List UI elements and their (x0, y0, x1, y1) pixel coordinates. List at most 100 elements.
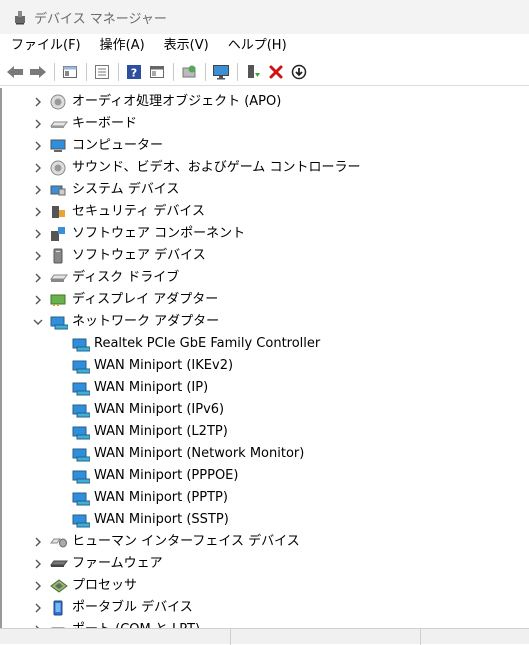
chevron-right-icon[interactable] (31, 161, 45, 175)
tree-item-label: ポータブル デバイス (72, 600, 193, 615)
tree-device[interactable]: WAN Miniport (IKEv2) (2, 355, 527, 377)
speaker-icon (50, 94, 66, 110)
tree-category[interactable]: オーディオ処理オブジェクト (APO) (2, 91, 527, 113)
tree-device[interactable]: WAN Miniport (PPTP) (2, 487, 527, 509)
tree-category[interactable]: ポート (COM と LPT) (2, 619, 527, 628)
network-adapter-icon (72, 512, 91, 528)
monitor-icon[interactable] (210, 61, 232, 83)
tree-category[interactable]: ソフトウェア デバイス (2, 245, 527, 267)
update-driver-icon[interactable] (91, 61, 113, 83)
tree-device[interactable]: WAN Miniport (PPPOE) (2, 465, 527, 487)
portable-device-icon (50, 600, 66, 616)
chevron-right-icon[interactable] (31, 117, 45, 131)
tree-item-label: ファームウェア (72, 556, 163, 571)
tree-device[interactable]: WAN Miniport (Network Monitor) (2, 443, 527, 465)
network-adapter-icon (72, 490, 91, 506)
uninstall-icon[interactable] (265, 61, 287, 83)
network-adapter-icon (72, 446, 91, 462)
tree-device[interactable]: WAN Miniport (L2TP) (2, 421, 527, 443)
disk-drive-icon (50, 270, 68, 286)
tree-category[interactable]: ポータブル デバイス (2, 597, 527, 619)
tree-category[interactable]: ファームウェア (2, 553, 527, 575)
scan-hardware-icon[interactable] (178, 61, 200, 83)
tree-device[interactable]: Realtek PCIe GbE Family Controller (2, 333, 527, 355)
tree-category[interactable]: コンピューター (2, 135, 527, 157)
tree-item-label: ソフトウェア デバイス (72, 248, 206, 263)
tree-item-label: ディスク ドライブ (72, 270, 180, 285)
chevron-right-icon[interactable] (31, 205, 45, 219)
keyboard-icon (50, 116, 68, 132)
tree-device[interactable]: WAN Miniport (SSTP) (2, 509, 527, 531)
toolbar-separator (118, 62, 119, 81)
menu-view[interactable]: 表示(V) (153, 34, 217, 58)
tree-device[interactable]: WAN Miniport (IP) (2, 377, 527, 399)
forward-arrow-icon[interactable] (27, 61, 49, 83)
network-adapter-icon (72, 336, 91, 352)
tree-item-label: ポート (COM と LPT) (72, 619, 200, 628)
tree-item-label: プロセッサ (72, 578, 138, 593)
chevron-right-icon[interactable] (31, 557, 45, 571)
chevron-right-icon[interactable] (31, 227, 45, 241)
window-title: デバイス マネージャー (34, 11, 167, 27)
tree-category[interactable]: サウンド、ビデオ、およびゲーム コントローラー (2, 157, 527, 179)
menu-bar: ファイル(F) 操作(A) 表示(V) ヘルプ(H) (0, 34, 529, 58)
tree-item-label: ヒューマン インターフェイス デバイス (72, 534, 300, 549)
chevron-right-icon[interactable] (31, 601, 45, 615)
chevron-right-icon[interactable] (31, 139, 45, 153)
tree-item-label: WAN Miniport (PPTP) (94, 490, 228, 505)
tree-item-label: ネットワーク アダプター (72, 314, 220, 329)
back-arrow-icon[interactable] (4, 61, 26, 83)
toolbar-separator (54, 62, 55, 81)
device-tree[interactable]: オーディオ処理オブジェクト (APO) キーボードコンピューターサウンド、ビデオ、… (0, 88, 529, 628)
tree-category[interactable]: ソフトウェア コンポーネント (2, 223, 527, 245)
chevron-right-icon[interactable] (31, 535, 45, 549)
tree-category[interactable]: プロセッサ (2, 575, 527, 597)
tree-item-label: サウンド、ビデオ、およびゲーム コントローラー (72, 160, 361, 175)
properties-icon[interactable] (59, 61, 81, 83)
processor-icon (50, 578, 68, 594)
toolbar: ? (0, 58, 529, 86)
tree-category[interactable]: セキュリティ デバイス (2, 201, 527, 223)
console-icon[interactable] (146, 61, 168, 83)
tree-item-label: ディスプレイ アダプター (72, 292, 219, 307)
tree-item-label: WAN Miniport (Network Monitor) (94, 446, 305, 461)
chevron-right-icon[interactable] (31, 579, 45, 593)
device-manager-icon (12, 9, 28, 25)
tree-item-label: Realtek PCIe GbE Family Controller (94, 336, 321, 351)
toolbar-separator (173, 62, 174, 81)
menu-file[interactable]: ファイル(F) (0, 34, 89, 58)
tree-item-label: WAN Miniport (L2TP) (94, 424, 228, 439)
software-component-icon (50, 226, 66, 242)
tree-category[interactable]: キーボード (2, 113, 527, 135)
tree-category[interactable]: システム デバイス (2, 179, 527, 201)
chevron-right-icon[interactable] (31, 95, 45, 109)
title-bar: デバイス マネージャー (0, 0, 529, 34)
tree-category[interactable]: ディスプレイ アダプター (2, 289, 527, 311)
menu-action[interactable]: 操作(A) (89, 34, 153, 58)
chevron-right-icon[interactable] (31, 249, 45, 263)
status-segment (420, 629, 421, 645)
tree-category[interactable]: ディスク ドライブ (2, 267, 527, 289)
chevron-right-icon[interactable] (31, 271, 45, 285)
chevron-right-icon[interactable] (31, 293, 45, 307)
tree-category[interactable]: ヒューマン インターフェイス デバイス (2, 531, 527, 553)
download-icon[interactable] (288, 61, 310, 83)
tree-device[interactable]: WAN Miniport (IPv6) (2, 399, 527, 421)
tree-category[interactable]: ネットワーク アダプター (2, 311, 527, 333)
tree-item-label: WAN Miniport (IPv6) (94, 402, 225, 417)
network-adapter-icon (72, 402, 91, 418)
tree-item-label: WAN Miniport (IP) (94, 380, 209, 395)
network-adapter-icon (72, 358, 91, 374)
help-icon[interactable]: ? (123, 61, 145, 83)
chevron-down-icon[interactable] (31, 315, 45, 329)
system-device-icon (50, 182, 66, 198)
tree-item-label: オーディオ処理オブジェクト (APO) (72, 94, 282, 109)
display-adapter-icon (50, 292, 66, 308)
tree-item-label: コンピューター (72, 138, 164, 153)
tree-item-label: WAN Miniport (SSTP) (94, 512, 229, 527)
network-adapter-icon (50, 314, 69, 330)
menu-help[interactable]: ヘルプ(H) (217, 34, 295, 58)
network-adapter-icon (72, 380, 91, 396)
chevron-right-icon[interactable] (31, 183, 45, 197)
enable-device-icon[interactable] (242, 61, 264, 83)
